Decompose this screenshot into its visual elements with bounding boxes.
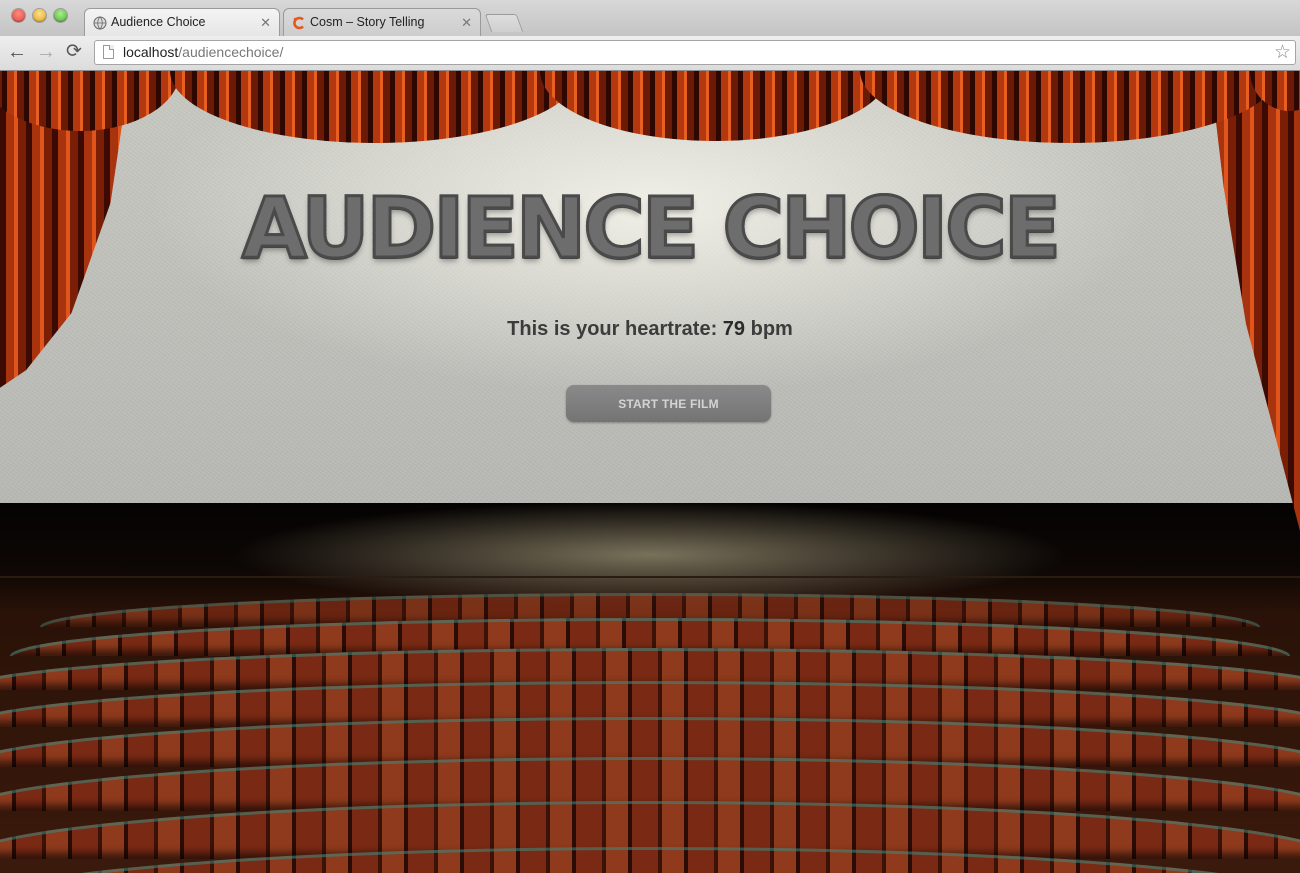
title-container: AUDIENCE CHOICE: [0, 178, 1300, 279]
page-icon: [103, 45, 114, 59]
balcony-rail: [0, 576, 1300, 578]
address-bar[interactable]: localhost/audiencechoice/ ☆: [94, 40, 1296, 65]
url-path: /audiencechoice/: [178, 44, 284, 60]
globe-icon: [93, 16, 107, 30]
bookmark-star-icon[interactable]: ☆: [1274, 41, 1291, 64]
zoom-window-button[interactable]: [54, 9, 67, 22]
tab-cosm-story-telling[interactable]: Cosm – Story Telling ✕: [283, 8, 481, 36]
tab-audience-choice[interactable]: Audience Choice ✕: [84, 8, 280, 36]
theater-page: AUDIENCE CHOICE This is your heartrate: …: [0, 71, 1300, 873]
page-title: AUDIENCE CHOICE: [240, 178, 1062, 279]
url-text[interactable]: localhost/audiencechoice/: [123, 44, 283, 60]
heartrate-value: 79: [722, 318, 746, 340]
close-window-button[interactable]: [12, 9, 25, 22]
tab-title: Cosm – Story Telling: [310, 15, 425, 29]
back-icon[interactable]: ←: [6, 41, 28, 63]
heartrate-label: This is your heartrate:: [507, 318, 718, 340]
browser-chrome: Audience Choice ✕ Cosm – Story Telling ✕…: [0, 0, 1300, 71]
close-tab-icon[interactable]: ✕: [260, 15, 271, 31]
reload-icon[interactable]: ⟳: [63, 41, 85, 63]
tab-strip: Audience Choice ✕ Cosm – Story Telling ✕: [0, 0, 1300, 36]
tab-title: Audience Choice: [111, 15, 206, 29]
heartrate-text: This is your heartrate: 79 bpm: [0, 318, 1300, 341]
window-controls: [12, 9, 67, 22]
minimize-window-button[interactable]: [33, 9, 46, 22]
cosm-logo-icon: [293, 16, 304, 30]
navigation-toolbar: ← → ⟳ localhost/audiencechoice/ ☆: [0, 36, 1300, 70]
url-host: localhost: [123, 44, 179, 60]
close-tab-icon[interactable]: ✕: [461, 15, 472, 31]
forward-icon[interactable]: →: [35, 41, 57, 63]
auditorium-background: [0, 503, 1300, 873]
heartrate-unit: bpm: [750, 318, 793, 340]
new-tab-button[interactable]: [484, 14, 524, 32]
start-film-button[interactable]: START THE FILM: [566, 385, 771, 422]
